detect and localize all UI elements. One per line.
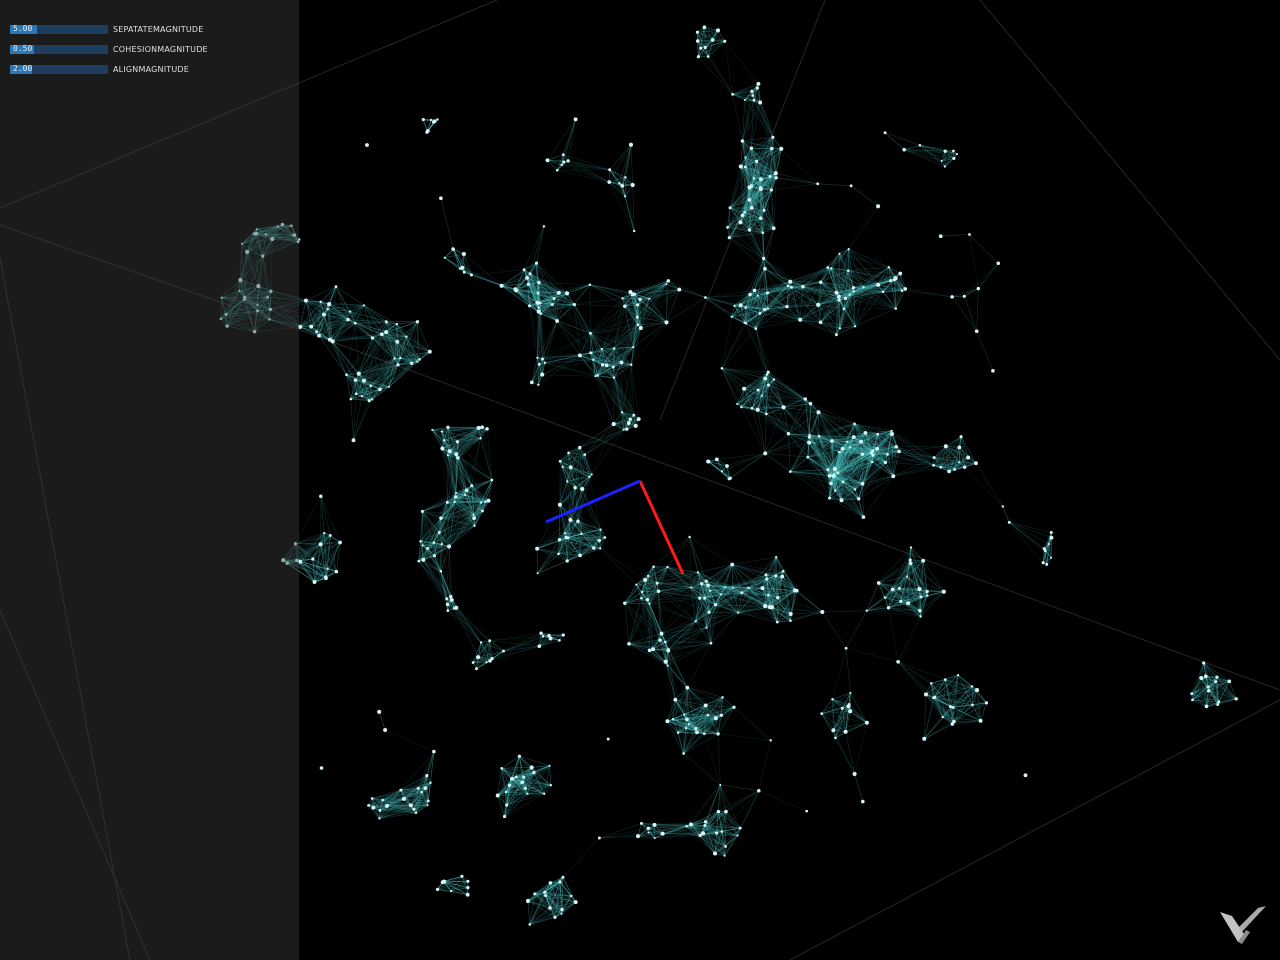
neighbor-link xyxy=(689,536,733,565)
neighbor-link xyxy=(599,548,637,585)
neighbor-link xyxy=(329,339,360,374)
neighbor-link xyxy=(590,306,625,334)
neighbor-link xyxy=(732,556,777,565)
neighbor-link xyxy=(574,297,623,305)
neighbor-link xyxy=(486,428,493,481)
neighbor-link xyxy=(423,559,448,599)
neighbor-link xyxy=(589,284,591,334)
neighbor-link xyxy=(726,453,766,467)
neighbor-link xyxy=(462,267,502,287)
neighbor-link xyxy=(536,262,560,293)
neighbor-link xyxy=(732,94,743,142)
neighbor-link xyxy=(707,56,733,95)
neighbor-link xyxy=(765,453,791,472)
neighbor-link xyxy=(740,140,743,167)
neighbor-link xyxy=(628,598,642,644)
neighbor-link xyxy=(897,616,921,662)
neighbor-link xyxy=(440,198,454,250)
neighbor-link xyxy=(781,148,818,185)
neighbor-link xyxy=(790,469,828,472)
neighbor-link xyxy=(353,399,373,441)
neighbor-link xyxy=(471,438,481,486)
neighbor-link xyxy=(450,596,482,643)
neighbor-link xyxy=(764,268,789,287)
neighbor-link xyxy=(721,316,732,369)
neighbor-link xyxy=(848,266,889,271)
neighbor-link xyxy=(579,429,627,448)
neighbor-link xyxy=(698,56,733,95)
neighbor-link xyxy=(600,548,646,581)
neighbor-link xyxy=(529,305,538,358)
neighbor-link xyxy=(597,375,614,425)
neighbor-link xyxy=(542,374,596,377)
neighbor-link xyxy=(763,258,789,287)
neighbor-link xyxy=(666,289,680,323)
neighbor-link xyxy=(705,47,733,95)
neighbor-link xyxy=(542,320,558,360)
neighbor-link xyxy=(788,433,791,472)
neighbor-link xyxy=(329,339,347,375)
neighbor-link xyxy=(1009,522,1049,545)
neighbor-links xyxy=(220,26,1237,925)
neighbor-link xyxy=(318,335,360,374)
neighbor-link xyxy=(755,328,768,375)
neighbor-link xyxy=(447,604,482,643)
neighbor-link xyxy=(665,611,710,643)
neighbor-link xyxy=(751,91,774,138)
neighbor-link xyxy=(790,437,810,472)
neighbor-link xyxy=(893,467,941,477)
neighbor-link xyxy=(589,284,635,295)
neighbor-link xyxy=(350,398,354,441)
neighbor-link xyxy=(523,226,545,270)
neighbor-link xyxy=(574,304,625,307)
neighbor-link xyxy=(472,642,482,663)
neighbor-link xyxy=(353,400,370,441)
neighbor-link xyxy=(891,433,894,477)
neighbor-link xyxy=(764,407,784,454)
neighbor-link xyxy=(763,228,774,259)
neighbor-link xyxy=(975,463,1004,507)
neighbor-link xyxy=(320,496,325,534)
neighbor-link xyxy=(905,288,953,298)
neighbor-link xyxy=(562,447,581,468)
neighbor-link xyxy=(547,119,576,161)
neighbor-link xyxy=(896,446,946,448)
neighbor-link xyxy=(563,119,576,163)
neighbor-link xyxy=(335,286,365,306)
neighbor-link xyxy=(721,368,745,390)
neighbor-link xyxy=(764,413,767,454)
neighbor-link xyxy=(790,611,823,622)
neighbor-link xyxy=(621,362,623,413)
neighbor-link xyxy=(910,559,924,561)
neighbor-link xyxy=(471,269,525,276)
neighbor-link xyxy=(346,323,356,375)
neighbor-link xyxy=(759,102,774,138)
neighbor-link xyxy=(964,466,1004,507)
neighbor-link xyxy=(556,320,591,354)
neighbor-link xyxy=(765,453,808,458)
neighbor-link xyxy=(695,621,707,628)
neighbor-link xyxy=(866,610,921,617)
neighbor-link xyxy=(888,607,899,662)
neighbor-link xyxy=(729,237,766,269)
neighbor-link xyxy=(910,547,924,561)
neighbor-link xyxy=(820,322,837,335)
neighbor-link xyxy=(901,290,953,298)
neighbor-link xyxy=(849,294,896,309)
neighbor-link xyxy=(773,177,777,229)
neighbor-link xyxy=(584,422,629,455)
neighbor-link xyxy=(295,496,322,544)
neighbor-link xyxy=(818,412,820,437)
neighbor-link xyxy=(649,603,696,622)
neighbor-link xyxy=(589,284,623,299)
neighbor-link xyxy=(453,608,482,643)
neighbor-link xyxy=(557,169,610,183)
neighbor-link xyxy=(453,608,490,641)
